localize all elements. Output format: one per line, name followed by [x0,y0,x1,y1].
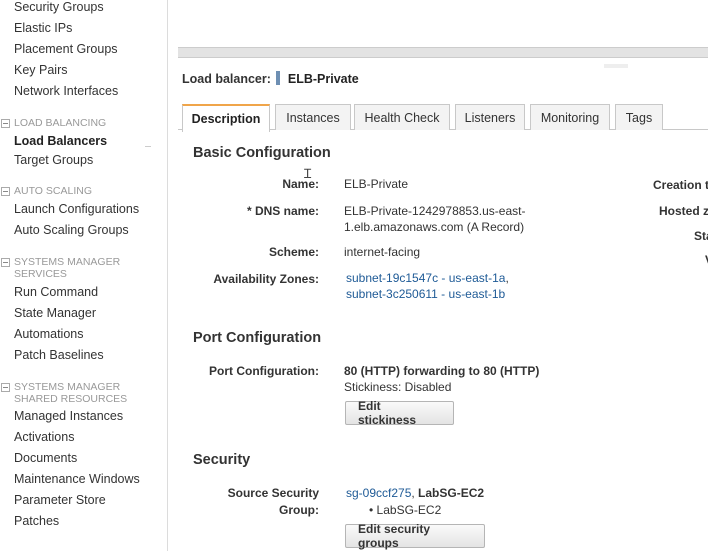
label-name: Name: [282,177,319,191]
collapse-icon[interactable] [1,258,10,267]
sidebar-item-parameter-store[interactable]: Parameter Store [14,493,106,507]
value-stickiness: Stickiness: Disabled [344,380,452,394]
drag-handle[interactable] [604,64,628,68]
value-dns-name: ELB-Private-1242978853.us-east- 1.elb.am… [344,203,525,235]
sidebar-item-placement-groups[interactable]: Placement Groups [14,42,118,56]
tab-health-check[interactable]: Health Check [354,104,450,130]
tab-description[interactable]: Description [182,104,270,132]
sidebar-item-network-interfaces[interactable]: Network Interfaces [14,84,118,98]
collapse-icon[interactable] [1,119,10,128]
label-port-configuration: Port Configuration: [209,364,319,378]
tab-monitoring[interactable]: Monitoring [530,104,610,130]
dns-line-2: 1.elb.amazonaws.com (A Record) [344,220,525,234]
label-creation-time: Creation t [653,178,708,192]
horizontal-scrollbar[interactable] [178,47,708,58]
az-separator: , [505,271,509,285]
section-auto-scaling: AUTO SCALING [14,185,92,197]
bullet-icon: • [369,503,377,517]
sidebar-item-patches[interactable]: Patches [14,514,59,528]
label-source-security-group-2: Group: [279,503,319,517]
sg-bullet-item: • LabSG-EC2 [369,502,441,518]
sidebar-item-patch-baselines[interactable]: Patch Baselines [14,348,104,362]
header-bar [276,71,281,85]
value-availability-zones: subnet-19c1547c - us-east-1a, subnet-3c2… [346,270,509,302]
label-source-security-group-1: Source Security [227,486,319,500]
sidebar-item-security-groups[interactable]: Security Groups [14,0,104,14]
sidebar-item-managed-instances[interactable]: Managed Instances [14,409,123,423]
value-security-group: sg-09ccf275, LabSG-EC2 [346,485,484,501]
sidebar-item-maintenance-windows[interactable]: Maintenance Windows [14,472,140,486]
sg-link[interactable]: sg-09ccf275 [346,486,411,500]
sidebar-item-activations[interactable]: Activations [14,430,74,444]
section-title-port-configuration: Port Configuration [193,330,322,346]
sg-bullet-name: LabSG-EC2 [376,503,442,517]
az-link-1[interactable]: subnet-19c1547c - us-east-1a [346,271,505,285]
value-name: ELB-Private [344,177,409,191]
sidebar-item-elastic-ips[interactable]: Elastic IPs [14,21,72,35]
edit-stickiness-button[interactable]: Edit stickiness [345,399,454,427]
section-load-balancing: LOAD BALANCING [14,117,107,129]
tab-tags[interactable]: Tags [615,104,663,130]
header-lb-name: ELB-Private [287,72,359,86]
section-title-security: Security [193,452,251,468]
sidebar-item-key-pairs[interactable]: Key Pairs [14,63,68,77]
value-scheme: internet-facing [344,245,421,259]
edit-security-groups-button[interactable]: Edit security groups [345,522,485,550]
collapse-icon[interactable] [1,383,10,392]
label-dns-name: * DNS name: [246,204,319,218]
label-status: Sta [694,229,708,243]
collapse-icon[interactable] [1,187,10,196]
header-label: Load balancer: [182,72,271,86]
sidebar-item-state-manager[interactable]: State Manager [14,306,96,320]
label-availability-zones: Availability Zones: [213,272,319,286]
load-balancer-header: Load balancer: ELB-Private [182,71,359,86]
sidebar-item-documents[interactable]: Documents [14,451,77,465]
sg-name: LabSG-EC2 [418,486,485,500]
sidebar-item-auto-scaling-groups[interactable]: Auto Scaling Groups [14,223,129,237]
label-hosted-zone: Hosted z [659,204,708,218]
section-systems-manager-services: SYSTEMS MANAGER SERVICES [14,256,121,280]
value-port-configuration: 80 (HTTP) forwarding to 80 (HTTP) [344,364,540,378]
sidebar-item-target-groups[interactable]: Target Groups [14,153,93,167]
dns-line-1: ELB-Private-1242978853.us-east- [344,204,526,218]
az-link-2[interactable]: subnet-3c250611 - us-east-1b [346,287,505,301]
tab-listeners[interactable]: Listeners [455,104,525,130]
section-systems-manager-shared: SYSTEMS MANAGER SHARED RESOURCES [14,381,128,405]
tab-instances[interactable]: Instances [275,104,351,130]
sidebar-item-automations[interactable]: Automations [14,327,83,341]
sidebar-item-run-command[interactable]: Run Command [14,285,98,299]
section-title-basic-configuration: Basic Configuration [193,145,331,161]
sidebar: Security Groups Elastic IPs Placement Gr… [0,0,168,551]
sidebar-item-load-balancers[interactable]: Load Balancers [14,134,107,148]
active-item-marker [145,146,151,147]
sidebar-item-launch-configurations[interactable]: Launch Configurations [14,202,139,216]
label-scheme: Scheme: [268,245,319,259]
